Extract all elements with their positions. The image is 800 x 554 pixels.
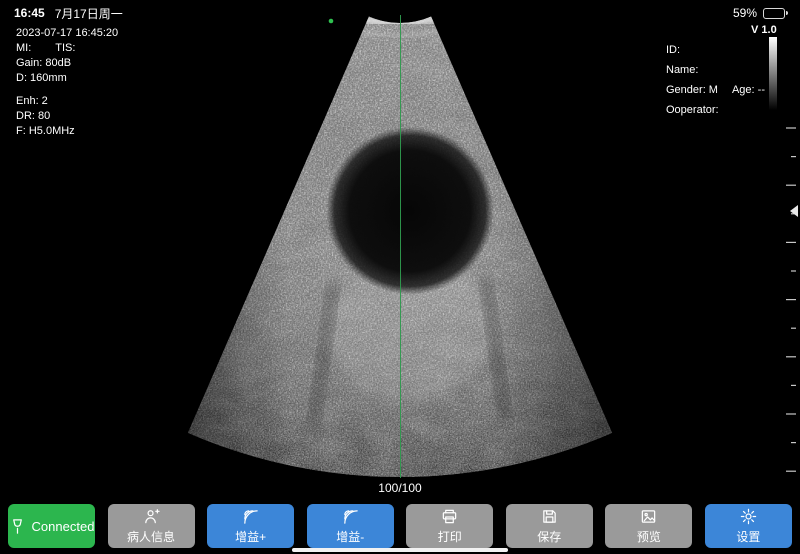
patient-gender: Gender: M [666, 84, 718, 96]
gain-plus-button[interactable]: 增益+ [207, 504, 294, 548]
gear-icon [740, 508, 757, 525]
print-button[interactable]: 打印 [406, 504, 493, 548]
gain-value: Gain: 80dB [16, 56, 118, 71]
depth-value: D: 160mm [16, 71, 118, 86]
bottom-toolbar: Connected 病人信息 增益+ 增益- [0, 498, 800, 554]
date: 7月17日周一 [55, 5, 123, 22]
patient-info-button[interactable]: 病人信息 [108, 504, 195, 548]
preview-label: 预览 [637, 528, 661, 545]
print-label: 打印 [438, 528, 462, 545]
scan-parameters: 2023-07-17 16:45:20 MI: TIS: Gain: 80dB D… [16, 26, 118, 139]
save-label: 保存 [537, 528, 561, 545]
scan-datetime: 2023-07-17 16:45:20 [16, 26, 118, 41]
focus-marker-icon [790, 205, 798, 217]
tis-label: TIS: [55, 42, 75, 54]
preview-button[interactable]: 预览 [605, 504, 692, 548]
settings-label: 设置 [736, 528, 760, 545]
ultrasound-app: 16:45 7月17日周一 59% [0, 0, 800, 554]
battery-icon [763, 8, 788, 19]
app-version: V 1.0 [751, 24, 777, 36]
dr-value: DR: 80 [16, 109, 118, 124]
patient-info-label: 病人信息 [127, 528, 175, 545]
connected-button[interactable]: Connected [8, 504, 95, 548]
patient-name: Name: [666, 60, 765, 80]
patient-icon [143, 508, 160, 525]
status-bar-left: 16:45 7月17日周一 [14, 5, 123, 22]
mi-label: MI: [16, 42, 31, 54]
patient-age: Age: -- [732, 84, 765, 96]
gain-minus-label: 增益- [336, 528, 364, 545]
probe-icon [9, 518, 26, 535]
enh-value: Enh: 2 [16, 94, 118, 109]
status-bar-right: 59% [733, 6, 788, 20]
patient-id: ID: [666, 40, 765, 60]
preview-icon [640, 508, 657, 525]
freq-value: F: H5.0MHz [16, 124, 118, 139]
waves-icon [342, 508, 359, 525]
status-bar: 16:45 7月17日周一 59% [0, 0, 800, 24]
home-indicator[interactable] [292, 548, 508, 552]
save-button[interactable]: 保存 [506, 504, 593, 548]
depth-ruler [776, 0, 800, 554]
printer-icon [441, 508, 458, 525]
operator: Ooperator: [666, 100, 765, 120]
frame-counter: 100/100 [0, 481, 800, 495]
settings-button[interactable]: 设置 [705, 504, 792, 548]
battery-percent: 59% [733, 6, 757, 20]
gender-age-row: Gender: M Age: -- [666, 80, 765, 100]
waves-icon [242, 508, 259, 525]
clock: 16:45 [14, 6, 45, 20]
patient-info-overlay: ID: Name: Gender: M Age: -- Ooperator: [666, 40, 765, 120]
connected-label: Connected [32, 519, 95, 534]
save-icon [541, 508, 558, 525]
gain-minus-button[interactable]: 增益- [307, 504, 394, 548]
gain-plus-label: 增益+ [235, 528, 266, 545]
mi-tis-row: MI: TIS: [16, 41, 118, 56]
